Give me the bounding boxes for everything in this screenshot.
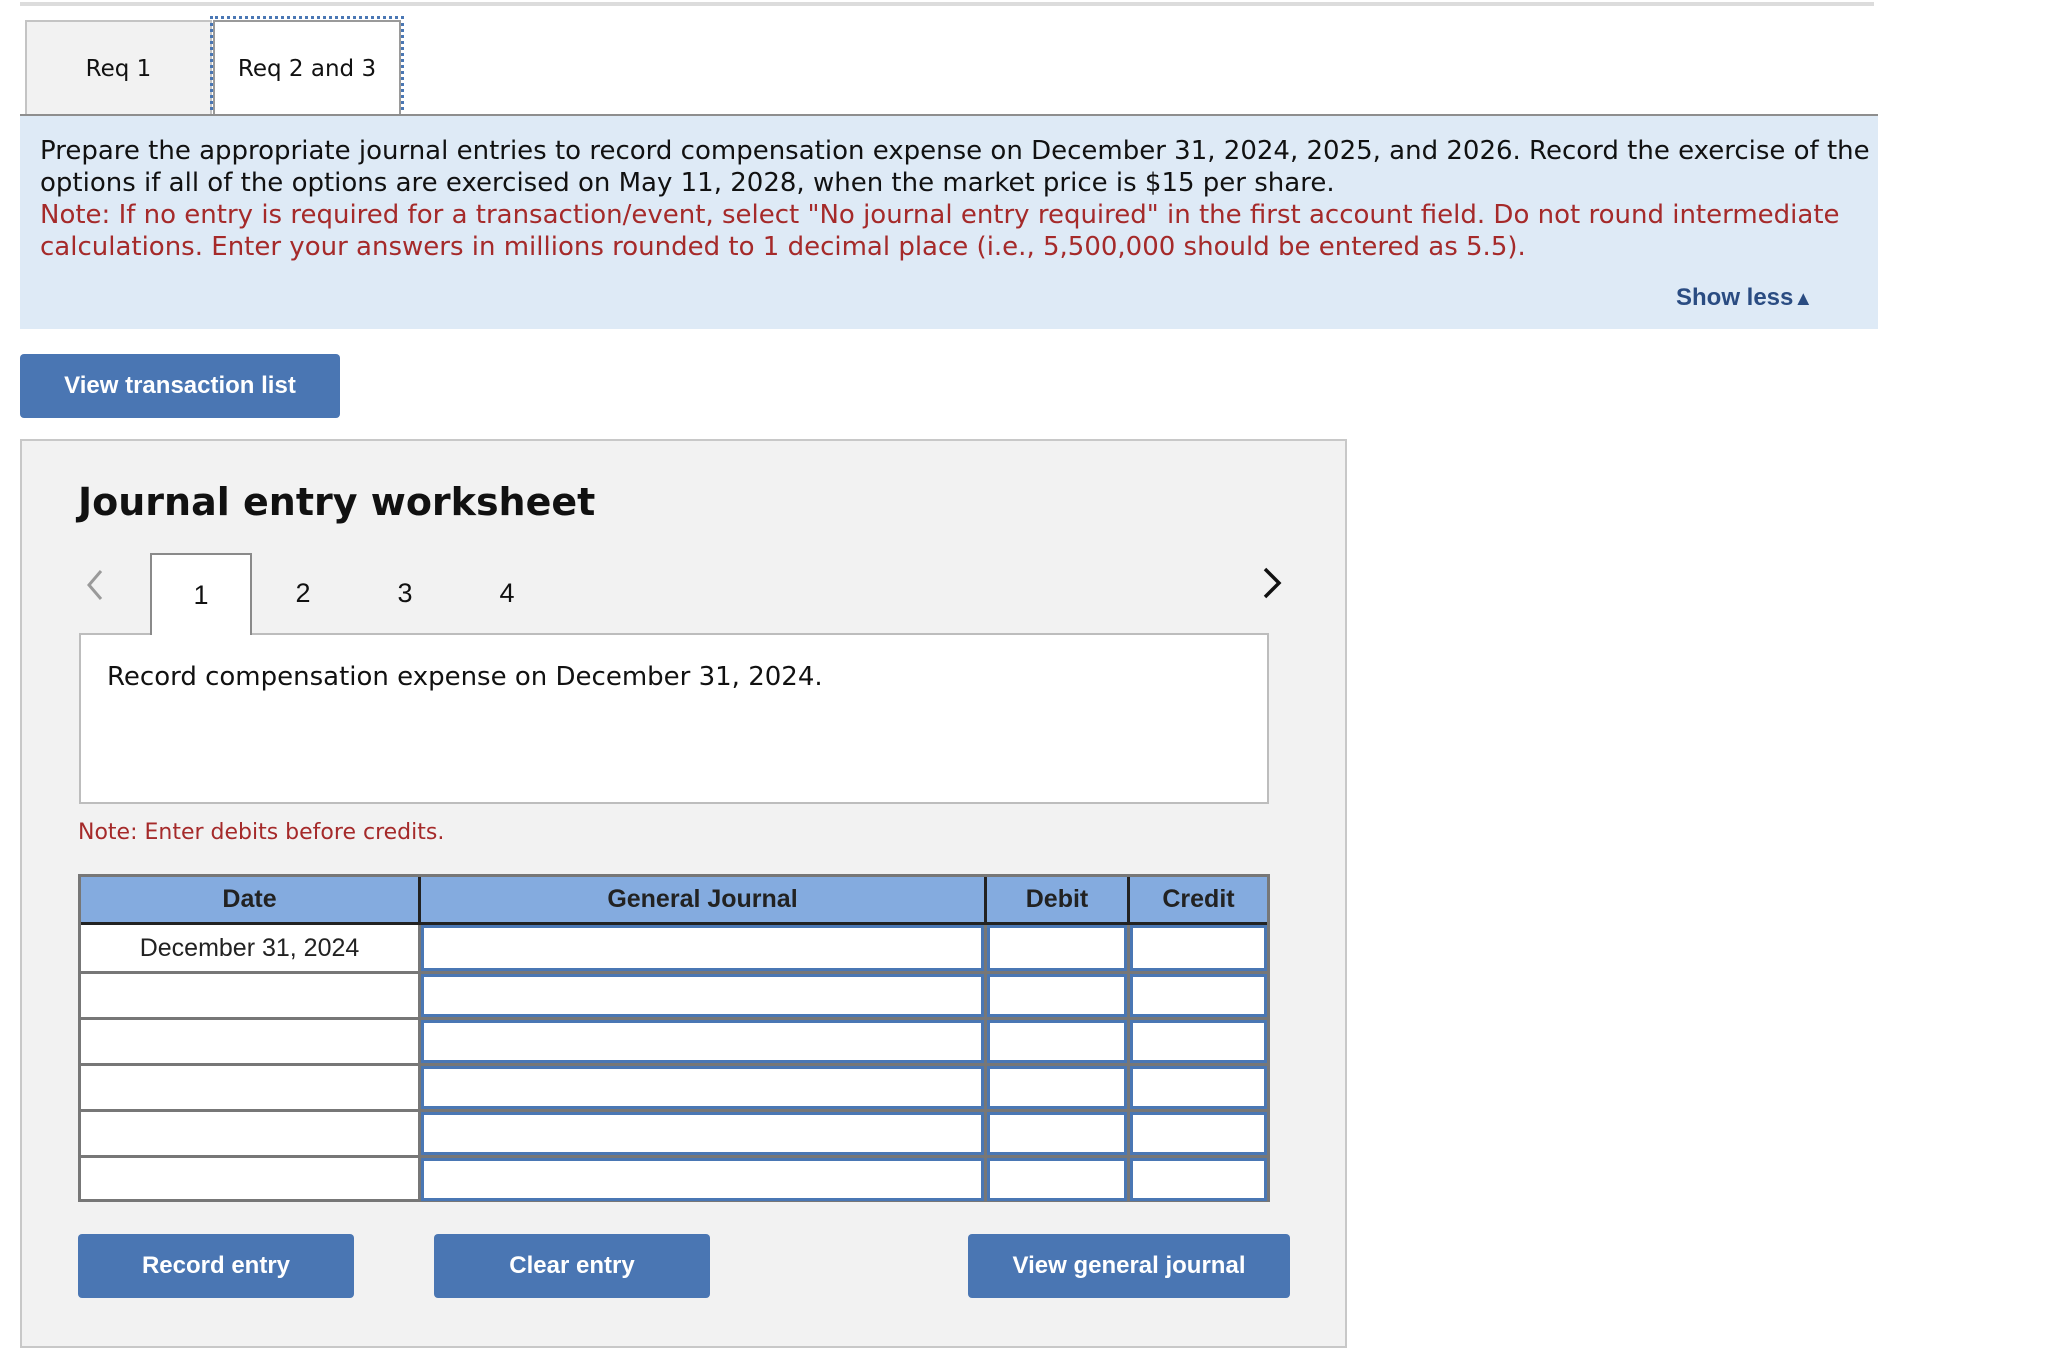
- credit-input[interactable]: [1130, 1158, 1267, 1201]
- date-cell: [81, 1063, 418, 1109]
- date-cell: [81, 971, 418, 1017]
- date-cell: December 31, 2024: [139, 933, 360, 962]
- credit-input[interactable]: [1130, 974, 1267, 1017]
- account-cell: [418, 971, 984, 1017]
- triangle-up-icon: ▲: [1793, 288, 1814, 310]
- account-input[interactable]: [421, 1112, 984, 1155]
- debit-input[interactable]: [987, 1158, 1127, 1201]
- credit-cell: [1127, 1109, 1267, 1155]
- entry-description: Record compensation expense on December …: [107, 662, 823, 692]
- debit-cell: [984, 1017, 1127, 1063]
- date-cell: [81, 1109, 418, 1155]
- debit-input[interactable]: [987, 925, 1127, 971]
- date-cell: [81, 1017, 418, 1063]
- chevron-left-icon[interactable]: [84, 568, 106, 602]
- instructions-note: Note: If no entry is required for a tran…: [40, 200, 1840, 262]
- header-date: Date: [81, 877, 418, 925]
- account-cell: [418, 1109, 984, 1155]
- credit-input[interactable]: [1130, 1066, 1267, 1109]
- credit-cell: [1127, 971, 1267, 1017]
- record-entry-button[interactable]: Record entry: [78, 1234, 354, 1298]
- debit-input[interactable]: [987, 1020, 1127, 1063]
- tab-req-1-label: Req 1: [85, 56, 152, 82]
- header-credit: Credit: [1127, 877, 1267, 925]
- tab-req-2-and-3[interactable]: Req 2 and 3: [213, 20, 401, 116]
- entry-tab-2-label: 2: [295, 577, 311, 608]
- debit-input[interactable]: [987, 1112, 1127, 1155]
- top-divider: [20, 2, 1874, 6]
- entry-tab-2[interactable]: 2: [252, 553, 354, 633]
- debit-input[interactable]: [987, 1066, 1127, 1109]
- account-input[interactable]: [421, 925, 984, 971]
- debit-input[interactable]: [987, 974, 1127, 1017]
- show-less-link[interactable]: Show less▲: [1676, 284, 1813, 312]
- entry-tab-3-label: 3: [397, 577, 413, 608]
- header-general-journal: General Journal: [418, 877, 984, 925]
- debits-before-credits-note: Note: Enter debits before credits.: [78, 820, 445, 845]
- tab-req-1[interactable]: Req 1: [25, 20, 212, 116]
- credit-cell: [1127, 1017, 1267, 1063]
- instructions-text: Prepare the appropriate journal entries …: [40, 135, 1870, 263]
- tab-req-2-and-3-label: Req 2 and 3: [237, 56, 377, 82]
- entry-tab-1-label: 1: [193, 579, 209, 610]
- instructions-body: Prepare the appropriate journal entries …: [40, 136, 1870, 198]
- worksheet-title: Journal entry worksheet: [78, 480, 596, 524]
- chevron-right-icon[interactable]: [1260, 566, 1284, 600]
- account-input[interactable]: [421, 1158, 984, 1201]
- account-input[interactable]: [421, 974, 984, 1017]
- entry-description-box: [79, 633, 1269, 804]
- credit-input[interactable]: [1130, 1020, 1267, 1063]
- credit-cell: [1127, 1155, 1267, 1201]
- account-cell: [418, 925, 984, 971]
- header-debit: Debit: [984, 877, 1127, 925]
- account-cell: [418, 1063, 984, 1109]
- entry-tab-1[interactable]: 1: [150, 553, 252, 635]
- debit-cell: [984, 971, 1127, 1017]
- credit-cell: [1127, 925, 1267, 971]
- debit-cell: [984, 925, 1127, 971]
- credit-cell: [1127, 1063, 1267, 1109]
- debit-cell: [984, 1063, 1127, 1109]
- account-cell: [418, 1155, 984, 1201]
- credit-input[interactable]: [1130, 1112, 1267, 1155]
- debit-cell: [984, 1155, 1127, 1201]
- account-input[interactable]: [421, 1020, 984, 1063]
- view-general-journal-button[interactable]: View general journal: [968, 1234, 1290, 1298]
- debit-cell: [984, 1109, 1127, 1155]
- date-cell: [81, 1155, 418, 1201]
- entry-tab-4[interactable]: 4: [456, 553, 558, 633]
- journal-table: Date General Journal Debit Credit Decemb…: [78, 874, 1270, 1202]
- show-less-label: Show less: [1676, 284, 1794, 311]
- clear-entry-button[interactable]: Clear entry: [434, 1234, 710, 1298]
- view-transaction-list-button[interactable]: View transaction list: [20, 354, 340, 418]
- entry-tab-3[interactable]: 3: [354, 553, 456, 633]
- credit-input[interactable]: [1130, 925, 1267, 971]
- account-cell: [418, 1017, 984, 1063]
- account-input[interactable]: [421, 1066, 984, 1109]
- entry-tab-4-label: 4: [499, 577, 515, 608]
